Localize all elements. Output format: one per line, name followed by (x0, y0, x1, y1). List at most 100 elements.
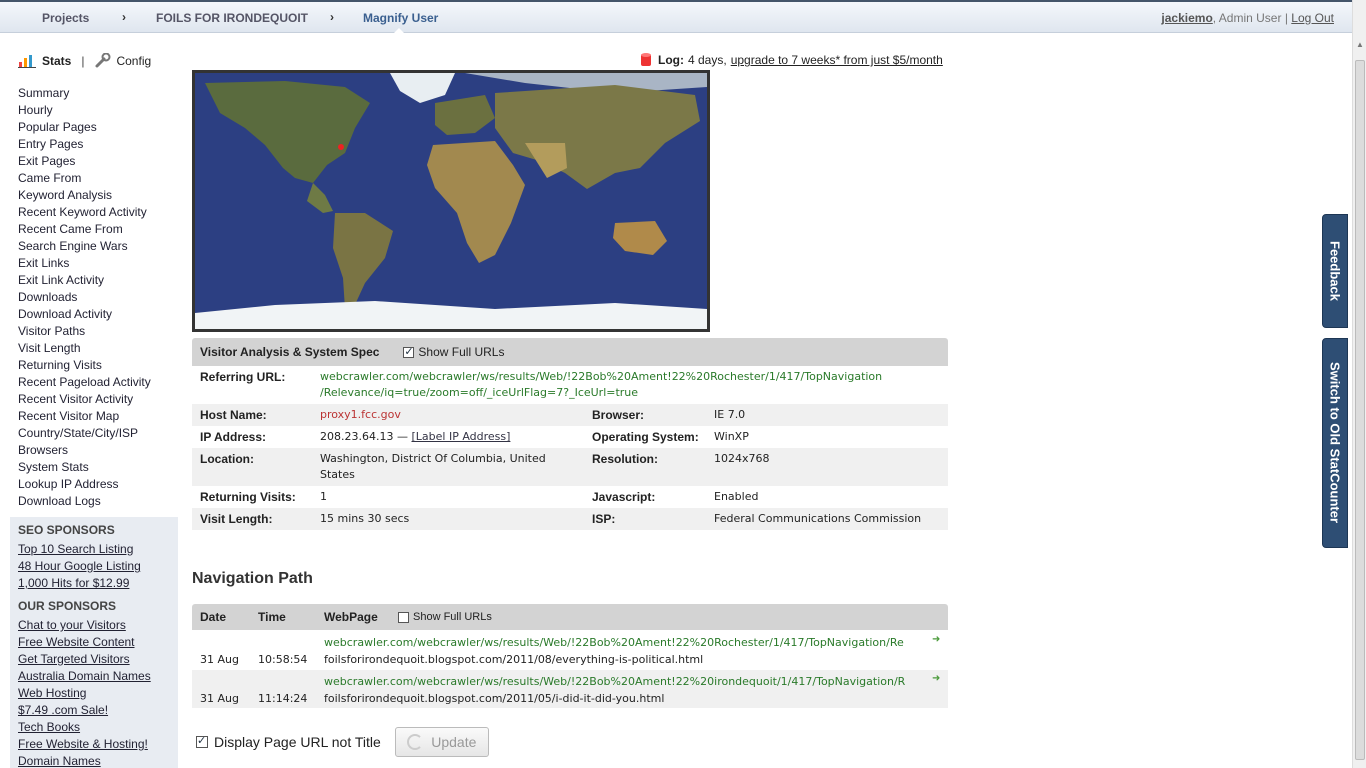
nav-summary[interactable]: Summary (18, 86, 151, 103)
referring-url-line: /Relevance/iq=true/zoom=off/_iceUrlFlag=… (320, 386, 639, 399)
logout-link[interactable]: Log Out (1291, 11, 1334, 25)
nav-show-full-urls-checkbox[interactable] (398, 611, 409, 623)
isp-label: ISP: (592, 512, 616, 526)
nav-lookup-ip-address[interactable]: Lookup IP Address (18, 477, 151, 494)
nav-row-webpage[interactable]: foilsforirondequoit.blogspot.com/2011/08… (324, 653, 703, 666)
table-row: 31 Aug 10:58:54 webcrawler.com/webcrawle… (192, 631, 948, 669)
stats-link[interactable]: Stats (42, 54, 71, 68)
sponsor-link[interactable]: Get Targeted Visitors (18, 652, 170, 669)
nav-exit-link-activity[interactable]: Exit Link Activity (18, 273, 151, 290)
sponsor-link[interactable]: 48 Hour Google Listing (18, 559, 170, 576)
switch-old-statcounter-tab[interactable]: Switch to Old StatCounter (1322, 338, 1348, 548)
visitor-analysis-title: Visitor Analysis & System Spec (200, 345, 380, 359)
breadcrumb-projects[interactable]: Projects (42, 11, 89, 25)
external-link-icon[interactable]: ➜ (932, 673, 940, 684)
nav-recent-pageload-activity[interactable]: Recent Pageload Activity (18, 375, 151, 392)
nav-came-from[interactable]: Came From (18, 171, 151, 188)
sponsor-link[interactable]: Web Hosting (18, 686, 170, 703)
username-link[interactable]: jackiemo (1161, 11, 1212, 25)
nav-system-stats[interactable]: System Stats (18, 460, 151, 477)
external-link-icon[interactable]: ➜ (932, 634, 940, 645)
nav-returning-visits[interactable]: Returning Visits (18, 358, 151, 375)
user-role: , Admin User (1212, 11, 1282, 25)
javascript-label: Javascript: (592, 490, 656, 504)
nav-visitor-paths[interactable]: Visitor Paths (18, 324, 151, 341)
log-info: Log: 4 days, upgrade to 7 weeks* from ju… (640, 52, 943, 68)
nav-entry-pages[interactable]: Entry Pages (18, 137, 151, 154)
referring-url-row: Referring URL: webcrawler.com/webcrawler… (192, 366, 948, 402)
log-label: Log: (658, 53, 684, 67)
scroll-thumb[interactable] (1355, 60, 1365, 760)
sponsor-link[interactable]: Free Website Content (18, 635, 170, 652)
nav-recent-keyword-activity[interactable]: Recent Keyword Activity (18, 205, 151, 222)
top-bar: Projects › FOILS FOR IRONDEQUOIT › Magni… (0, 0, 1352, 34)
nav-hourly[interactable]: Hourly (18, 103, 151, 120)
show-full-urls-checkbox[interactable] (403, 345, 415, 358)
nav-downloads[interactable]: Downloads (18, 290, 151, 307)
our-sponsors-heading: OUR SPONSORS (18, 599, 117, 613)
seo-sponsors-heading: SEO SPONSORS (18, 523, 115, 537)
breadcrumb-current: Magnify User (363, 11, 439, 25)
label-ip-address-link[interactable]: [Label IP Address] (411, 430, 510, 443)
location-label: Location: (200, 452, 254, 466)
browser-label: Browser: (592, 408, 645, 422)
returning-js-row: Returning Visits: 1 Javascript: Enabled (192, 486, 948, 508)
ip-address-value: 208.23.64.13 (320, 430, 394, 443)
sponsor-link[interactable]: Top 10 Search Listing (18, 542, 170, 559)
nav-exit-pages[interactable]: Exit Pages (18, 154, 151, 171)
sponsor-link[interactable]: Free Website & Hosting! (18, 737, 170, 754)
location-line: Washington, District Of Columbia, United (320, 452, 546, 465)
nav-download-logs[interactable]: Download Logs (18, 494, 151, 511)
nav-row-date: 31 Aug (200, 692, 239, 705)
nav-keyword-analysis[interactable]: Keyword Analysis (18, 188, 151, 205)
bar-chart-icon (18, 55, 36, 68)
breadcrumb-project-name[interactable]: FOILS FOR IRONDEQUOIT (156, 11, 308, 25)
ip-os-row: IP Address: 208.23.64.13 — [Label IP Add… (192, 426, 948, 448)
wrench-icon (95, 53, 111, 68)
nav-search-engine-wars[interactable]: Search Engine Wars (18, 239, 151, 256)
referring-url-link[interactable]: webcrawler.com/webcrawler/ws/results/Web… (320, 369, 882, 401)
visitor-world-map (192, 70, 710, 332)
sponsor-link[interactable]: Domain Names (18, 754, 170, 768)
javascript-value: Enabled (714, 490, 759, 503)
sponsors-box: SEO SPONSORS Top 10 Search Listing 48 Ho… (10, 517, 178, 768)
ip-address-label: IP Address: (200, 430, 267, 444)
sponsor-link[interactable]: Tech Books (18, 720, 170, 737)
display-url-not-title-checkbox[interactable] (196, 734, 208, 748)
nav-recent-visitor-map[interactable]: Recent Visitor Map (18, 409, 151, 426)
page-scrollbar[interactable]: ▲ (1352, 0, 1366, 768)
referring-url-label: Referring URL: (200, 370, 286, 384)
update-button[interactable]: Update (394, 727, 489, 757)
user-box: jackiemo, Admin User | Log Out (1161, 11, 1334, 25)
sponsor-link[interactable]: $7.49 .com Sale! (18, 703, 170, 720)
switch-old-tab-label: Switch to Old StatCounter (1327, 362, 1343, 524)
display-options: Display Page URL not Title Update (196, 727, 489, 757)
nav-row-referrer-link[interactable]: webcrawler.com/webcrawler/ws/results/Web… (324, 636, 934, 649)
nav-visit-length[interactable]: Visit Length (18, 341, 151, 358)
nav-recent-came-from[interactable]: Recent Came From (18, 222, 151, 239)
sponsor-link[interactable]: Chat to your Visitors (18, 618, 170, 635)
nav-exit-links[interactable]: Exit Links (18, 256, 151, 273)
navigation-path-header: Date Time WebPage Show Full URLs (192, 604, 948, 630)
column-webpage: WebPage (324, 610, 378, 624)
scroll-up-arrow-icon[interactable]: ▲ (1356, 40, 1364, 49)
nav-row-webpage[interactable]: foilsforirondequoit.blogspot.com/2011/05… (324, 692, 664, 705)
nav-popular-pages[interactable]: Popular Pages (18, 120, 151, 137)
host-name-value: proxy1.fcc.gov (320, 408, 401, 421)
nav-show-full-urls-label: Show Full URLs (413, 611, 492, 623)
nav-country-state-city-isp[interactable]: Country/State/City/ISP (18, 426, 151, 443)
nav-download-activity[interactable]: Download Activity (18, 307, 151, 324)
nav-row-referrer-link[interactable]: webcrawler.com/webcrawler/ws/results/Web… (324, 675, 934, 688)
navigation-path-title: Navigation Path (192, 570, 313, 587)
host-browser-row: Host Name: proxy1.fcc.gov Browser: IE 7.… (192, 404, 948, 426)
nav-recent-visitor-activity[interactable]: Recent Visitor Activity (18, 392, 151, 409)
upgrade-link[interactable]: upgrade to 7 weeks* from just $5/month (731, 53, 943, 67)
visit-length-value: 15 mins 30 secs (320, 512, 410, 525)
sponsor-link[interactable]: Australia Domain Names (18, 669, 170, 686)
log-duration: 4 days, (688, 53, 727, 67)
config-link[interactable]: Config (116, 54, 151, 68)
sponsor-link[interactable]: 1,000 Hits for $12.99 (18, 576, 170, 593)
visitor-location-marker (338, 144, 344, 150)
feedback-tab[interactable]: Feedback (1322, 214, 1348, 328)
nav-browsers[interactable]: Browsers (18, 443, 151, 460)
